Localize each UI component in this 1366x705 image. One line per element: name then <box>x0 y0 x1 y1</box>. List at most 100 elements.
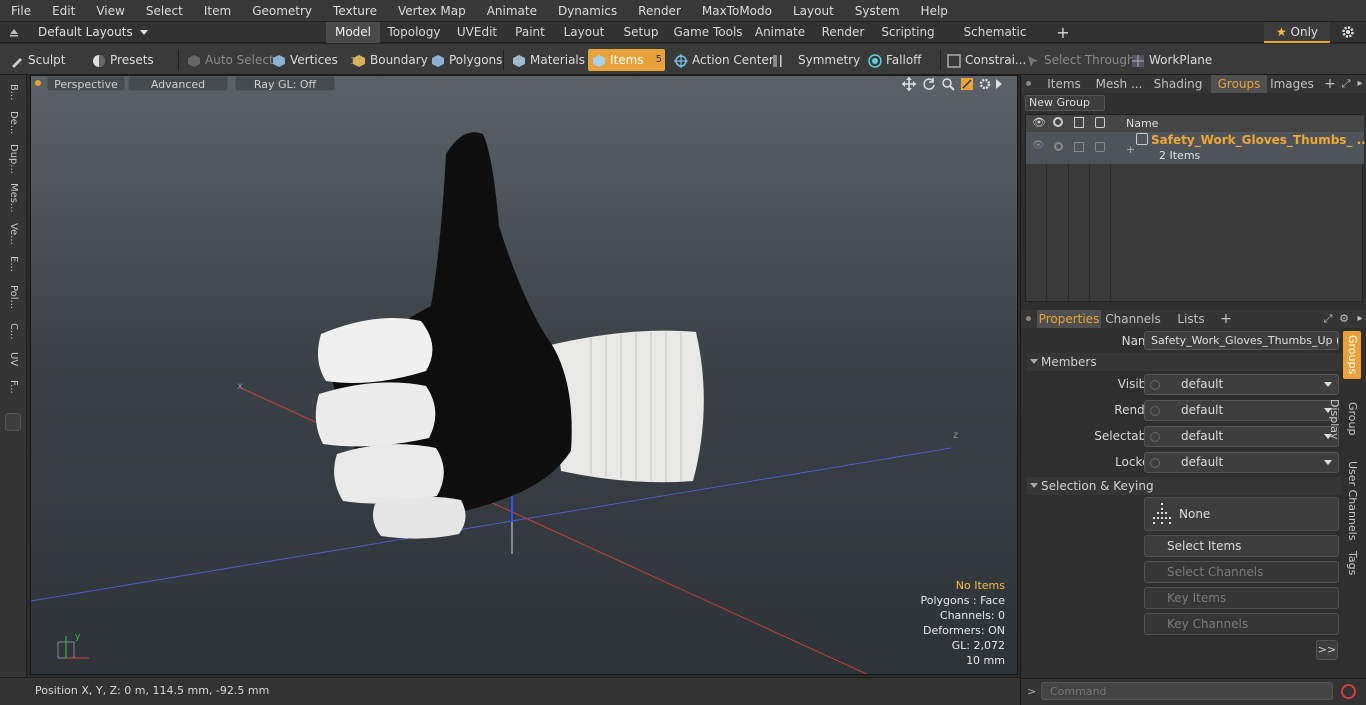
menu-help[interactable]: Help <box>910 0 958 22</box>
left-toolbar-toggle[interactable] <box>5 413 21 431</box>
panel-dot-icon[interactable] <box>1026 81 1031 86</box>
tab-channels[interactable]: Channels <box>1105 310 1161 328</box>
workplane-button[interactable]: WorkPlane <box>1127 49 1212 71</box>
falloff-button[interactable]: Falloff <box>864 49 921 71</box>
command-input[interactable] <box>1041 682 1333 700</box>
items-button[interactable]: Items 5 <box>588 49 665 71</box>
boundary-button[interactable]: Boundary <box>348 49 428 71</box>
lock-icon[interactable] <box>1074 117 1084 128</box>
menu-maxtomodo[interactable]: MaxToModo <box>691 0 782 22</box>
menu-layout[interactable]: Layout <box>782 0 844 22</box>
left-tab-duplicate[interactable]: Dup... <box>4 141 22 177</box>
expand-icon[interactable]: ⤢ <box>1339 75 1353 93</box>
move-icon[interactable] <box>902 77 916 91</box>
sculpt-button[interactable]: Sculpt <box>6 49 65 71</box>
materials-button[interactable]: Materials <box>508 49 585 71</box>
render-dropdown[interactable]: default <box>1144 400 1339 421</box>
gear-icon[interactable] <box>1340 24 1356 40</box>
action-center-button[interactable]: Action Center <box>670 49 774 71</box>
add-tab-plus-icon[interactable]: + <box>1052 22 1074 43</box>
none-button[interactable]: None <box>1144 497 1339 531</box>
polygons-button[interactable]: Polygons <box>427 49 502 71</box>
rotate-icon[interactable] <box>922 77 936 91</box>
default-layouts-dropdown[interactable]: Default Layouts <box>38 22 148 43</box>
viewport-dot-icon[interactable] <box>35 80 41 86</box>
add-lower-tab-icon[interactable]: + <box>1219 310 1233 328</box>
select-channels-button[interactable]: Select Channels <box>1144 561 1339 583</box>
menu-render[interactable]: Render <box>627 0 691 22</box>
row-eye-icon[interactable]: 👁 <box>1032 140 1045 151</box>
select-through-button[interactable]: Select Through <box>1022 49 1135 71</box>
list-item[interactable]: 👁 + Safety_Work_Gloves_Thumbs_ ... 2 Ite… <box>1026 132 1366 164</box>
tab-shading[interactable]: Shading <box>1149 75 1207 93</box>
record-icon[interactable] <box>1341 684 1356 699</box>
menu-animate[interactable]: Animate <box>476 0 547 22</box>
selectable-dropdown[interactable]: default <box>1144 426 1339 447</box>
vertices-button[interactable]: Vertices 1 <box>268 49 356 71</box>
visibility-eye-icon[interactable]: 👁 <box>1032 116 1046 129</box>
tab-images[interactable]: Images <box>1261 75 1323 93</box>
visible-dropdown[interactable]: default <box>1144 374 1339 395</box>
play-arrow-icon[interactable] <box>996 79 1002 89</box>
constraints-button[interactable]: Constrai... <box>943 49 1026 71</box>
key-channels-button[interactable]: Key Channels <box>1144 613 1339 635</box>
lower-expand-icon[interactable]: ⤢ <box>1321 310 1335 328</box>
tab-mesh[interactable]: Mesh ... <box>1093 75 1145 93</box>
left-tab-uv[interactable]: UV <box>4 347 22 371</box>
tab-items[interactable]: Items <box>1037 75 1091 93</box>
name-field[interactable]: Safety_Work_Gloves_Thumbs_Up (4) <box>1144 331 1339 350</box>
menu-dynamics[interactable]: Dynamics <box>547 0 627 22</box>
side-tab-user-channels[interactable]: User Channels <box>1343 459 1361 543</box>
left-tab-mesh-edit[interactable]: Mes... <box>4 179 22 217</box>
tab-game-tools[interactable]: Game Tools <box>672 22 744 43</box>
tab-model[interactable]: Model <box>326 22 380 43</box>
new-group-button[interactable]: New Group <box>1025 95 1105 111</box>
tab-uvedit[interactable]: UVEdit <box>450 22 504 43</box>
only-toggle[interactable]: ★ Only <box>1264 22 1330 43</box>
lower-gear-icon[interactable]: ⚙ <box>1337 310 1351 328</box>
lower-arrow-icon[interactable]: ▸ <box>1355 310 1365 328</box>
render-icon[interactable] <box>1053 117 1063 127</box>
add-panel-tab-icon[interactable]: + <box>1323 75 1337 93</box>
side-tab-groups[interactable]: Groups <box>1343 331 1361 379</box>
left-tab-vertex[interactable]: Ve... <box>4 219 22 249</box>
menu-geometry[interactable]: Geometry <box>241 0 322 22</box>
left-tab-fusion[interactable]: F... <box>4 373 22 401</box>
selection-keying-section[interactable]: Selection & Keying <box>1027 477 1341 495</box>
menu-view[interactable]: View <box>85 0 134 22</box>
menu-select[interactable]: Select <box>135 0 193 22</box>
tab-layout[interactable]: Layout <box>557 22 611 43</box>
advanced-button[interactable]: Advanced <box>128 76 228 91</box>
raygl-button[interactable]: Ray GL: Off <box>235 76 335 91</box>
viewport-gear-icon[interactable] <box>978 77 992 91</box>
menu-system[interactable]: System <box>844 0 910 22</box>
left-tab-basic[interactable]: B... <box>4 79 22 105</box>
maximize-icon[interactable] <box>960 77 974 91</box>
row-lock-icon[interactable] <box>1074 142 1084 152</box>
row-select-icon[interactable] <box>1095 142 1105 152</box>
side-tab-group-display[interactable]: Group Display <box>1328 383 1361 455</box>
tab-properties[interactable]: Properties <box>1037 310 1101 328</box>
menu-texture[interactable]: Texture <box>322 0 387 22</box>
side-tab-tags[interactable]: Tags <box>1343 547 1361 579</box>
menu-item[interactable]: Item <box>193 0 241 22</box>
tab-lists[interactable]: Lists <box>1165 310 1217 328</box>
tab-scripting[interactable]: Scripting <box>877 22 939 43</box>
row-render-icon[interactable] <box>1054 142 1063 151</box>
menu-vertex-map[interactable]: Vertex Map <box>387 0 476 22</box>
tab-groups[interactable]: Groups <box>1211 75 1267 93</box>
left-tab-deform[interactable]: De... <box>4 107 22 139</box>
tab-schematic-fusion[interactable]: Schematic Fusion <box>945 22 1045 60</box>
tab-setup[interactable]: Setup <box>615 22 667 43</box>
row-expand-icon[interactable]: + <box>1126 143 1135 156</box>
name-column-header[interactable]: Name <box>1126 117 1158 130</box>
menu-edit[interactable]: Edit <box>41 0 85 22</box>
select-icon[interactable] <box>1095 117 1105 128</box>
presets-button[interactable]: Presets <box>88 49 154 71</box>
tab-paint[interactable]: Paint <box>508 22 552 43</box>
menu-file[interactable]: File <box>0 0 41 22</box>
symmetry-button[interactable]: Symmetry <box>768 49 860 71</box>
left-tab-curve[interactable]: C... <box>4 317 22 345</box>
tab-animate[interactable]: Animate <box>750 22 810 43</box>
panel-dot-icon[interactable] <box>1026 316 1031 321</box>
